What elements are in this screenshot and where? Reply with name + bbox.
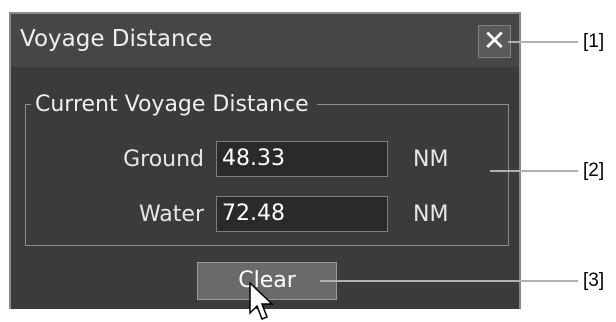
- water-unit: NM: [413, 202, 449, 227]
- callout-line-1: [508, 41, 578, 43]
- title-bar: Voyage Distance ✕: [11, 14, 519, 67]
- callout-label-1: [1]: [583, 31, 605, 52]
- close-button[interactable]: ✕: [478, 25, 511, 58]
- group-title: Current Voyage Distance: [31, 92, 317, 117]
- dialog-title: Voyage Distance: [20, 26, 213, 52]
- voyage-distance-dialog: Voyage Distance ✕ Current Voyage Distanc…: [9, 12, 521, 320]
- ground-unit: NM: [413, 147, 449, 172]
- ground-distance-value: 48.33: [216, 141, 388, 177]
- callout-label-2: [2]: [583, 160, 605, 181]
- ground-label: Ground: [123, 147, 204, 172]
- callout-line-3: [320, 280, 578, 282]
- close-icon: ✕: [482, 24, 507, 57]
- water-distance-value: 72.48: [216, 196, 388, 232]
- mouse-pointer-icon: [249, 282, 274, 320]
- water-label: Water: [138, 202, 204, 227]
- callout-label-3: [3]: [583, 270, 605, 291]
- callout-line-2: [490, 170, 578, 172]
